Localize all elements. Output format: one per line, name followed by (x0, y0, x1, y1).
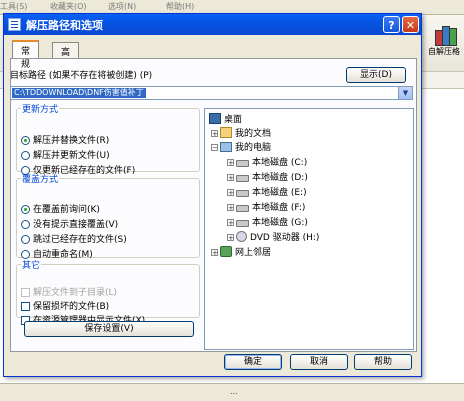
menu-favorites[interactable]: 收藏夹(O) (50, 1, 87, 12)
expand-icon[interactable]: + (227, 159, 234, 167)
checkbox-icon[interactable] (21, 302, 30, 311)
dvd-drive-icon (236, 231, 247, 242)
hard-drive-icon (236, 175, 249, 182)
overwrite-mode-legend: 覆盖方式 (22, 175, 59, 185)
checkbox-keep-broken-files[interactable]: 保留损坏的文件(B) (21, 299, 109, 312)
tree-label: 本地磁盘 (F:) (252, 203, 306, 213)
desktop-icon (209, 113, 221, 124)
sfx-toolbar-button[interactable]: 自解压格 (428, 22, 464, 66)
tree-label: 我的文档 (235, 129, 272, 139)
expand-icon[interactable]: + (227, 234, 234, 242)
tree-label: 本地磁盘 (G:) (252, 218, 308, 228)
sfx-toolbar-label: 自解压格 (428, 47, 460, 56)
radio-overwrite-without-prompt[interactable]: 没有提示直接覆盖(V) (21, 217, 118, 230)
tree-label: DVD 驱动器 (H:) (250, 233, 320, 243)
misc-group: 其它 解压文件到子目录(L) 保留损坏的文件(B) 在资源管理器中显示文件(X) (16, 258, 200, 326)
radio-label: 解压并替换文件(R) (33, 136, 110, 146)
collapse-icon[interactable]: − (211, 144, 218, 152)
computer-icon (220, 142, 232, 152)
tree-label: 我的电脑 (235, 143, 272, 153)
hard-drive-icon (236, 205, 249, 212)
folder-icon (220, 127, 232, 138)
radio-icon[interactable] (21, 220, 30, 229)
background-statusbar: ... (0, 383, 464, 401)
tree-label: 本地磁盘 (C:) (252, 158, 308, 168)
radio-selected-icon[interactable] (21, 136, 30, 145)
radio-label: 在覆盖前询问(K) (33, 205, 100, 215)
expand-icon[interactable]: + (227, 174, 234, 182)
save-settings-button[interactable]: 保存设置(V) (24, 321, 194, 337)
expand-icon[interactable]: + (211, 249, 218, 257)
checkbox-icon[interactable] (21, 288, 30, 297)
update-mode-group: 更新方式 解压并替换文件(R) 解压并更新文件(U) 仅更新已经存在的文件(F) (16, 102, 200, 176)
show-button[interactable]: 显示(D) (346, 67, 406, 83)
radio-icon[interactable] (21, 151, 30, 160)
expand-icon[interactable]: + (227, 189, 234, 197)
target-path-label: 目标路径 (如果不存在将被创建) (P) (10, 71, 153, 81)
radio-extract-replace[interactable]: 解压并替换文件(R) (21, 133, 109, 146)
tree-item-drive[interactable]: + 本地磁盘 (D:) (227, 170, 308, 183)
help-title-button[interactable]: ? (383, 16, 400, 33)
tree-item-network[interactable]: + 网上邻居 (211, 245, 271, 258)
network-icon (220, 246, 232, 257)
overwrite-mode-group: 覆盖方式 在覆盖前询问(K) 没有提示直接覆盖(V) 跳过已经存在的文件(S) … (16, 172, 200, 260)
tree-item-desktop[interactable]: 桌面 (209, 112, 242, 125)
radio-selected-icon[interactable] (21, 205, 30, 214)
menu-options[interactable]: 选项(N) (108, 1, 136, 12)
tree-item-my-documents[interactable]: + 我的文档 (211, 126, 271, 139)
hard-drive-icon (236, 160, 249, 167)
dialog-title: 解压路径和选项 (26, 19, 103, 32)
tree-label: 桌面 (224, 115, 243, 125)
misc-legend: 其它 (22, 261, 41, 271)
expand-icon[interactable]: + (227, 204, 234, 212)
radio-extract-update[interactable]: 解压并更新文件(U) (21, 148, 110, 161)
status-text: ... (230, 387, 238, 396)
winrar-app-icon (8, 18, 21, 31)
tab-advanced[interactable]: 高级 (52, 42, 80, 71)
menu-help[interactable]: 帮助(H) (166, 1, 194, 12)
checkbox-label: 解压文件到子目录(L) (33, 288, 118, 298)
update-mode-legend: 更新方式 (22, 105, 59, 115)
checkbox-label: 保留损坏的文件(B) (33, 302, 110, 312)
radio-label: 没有提示直接覆盖(V) (33, 220, 119, 230)
hard-drive-icon (236, 220, 249, 227)
tree-label: 本地磁盘 (D:) (252, 173, 308, 183)
chevron-down-icon[interactable]: ▼ (398, 87, 412, 99)
tree-item-drive[interactable]: + 本地磁盘 (G:) (227, 215, 308, 228)
help-button[interactable]: 帮助 (354, 354, 412, 370)
radio-icon[interactable] (21, 235, 30, 244)
tree-item-dvd[interactable]: + DVD 驱动器 (H:) (227, 230, 319, 243)
target-path-combobox[interactable]: C:\TDDOWNLOAD\DNF伤害值补丁 ▼ (10, 86, 413, 100)
tab-general[interactable]: 常规 (12, 40, 40, 70)
menu-tools[interactable]: 工具(S) (0, 1, 27, 12)
expand-icon[interactable]: + (211, 130, 218, 138)
tree-item-drive[interactable]: + 本地磁盘 (F:) (227, 200, 305, 213)
extract-options-dialog: 解压路径和选项 ? ✕ 常规 高级 目标路径 (如果不存在将被创建) (P) 显… (3, 13, 422, 377)
checkbox-extract-to-subfolders[interactable]: 解压文件到子目录(L) (21, 285, 117, 298)
radio-label: 跳过已经存在的文件(S) (33, 235, 127, 245)
expand-icon[interactable]: + (227, 219, 234, 227)
tree-item-my-computer[interactable]: − 我的电脑 (211, 140, 271, 153)
tree-item-drive[interactable]: + 本地磁盘 (C:) (227, 155, 307, 168)
close-button[interactable]: ✕ (402, 16, 419, 33)
radio-label: 解压并更新文件(U) (33, 151, 110, 161)
cancel-button[interactable]: 取消 (290, 354, 348, 370)
hard-drive-icon (236, 190, 249, 197)
folder-tree[interactable]: 桌面 + 我的文档 − 我的电脑 + 本地磁盘 (C:) + 本地磁盘 (D:) + 本地… (204, 108, 414, 350)
radio-skip-existing[interactable]: 跳过已经存在的文件(S) (21, 232, 127, 245)
tree-item-drive[interactable]: + 本地磁盘 (E:) (227, 185, 307, 198)
target-path-value[interactable]: C:\TDDOWNLOAD\DNF伤害值补丁 (12, 88, 146, 98)
dialog-titlebar[interactable]: 解压路径和选项 ? ✕ (4, 14, 421, 35)
winrar-books-icon (434, 24, 458, 46)
ok-button[interactable]: 确定 (224, 354, 282, 370)
tree-label: 网上邻居 (235, 248, 272, 258)
radio-ask-before-overwrite[interactable]: 在覆盖前询问(K) (21, 202, 100, 215)
tree-label: 本地磁盘 (E:) (252, 188, 307, 198)
